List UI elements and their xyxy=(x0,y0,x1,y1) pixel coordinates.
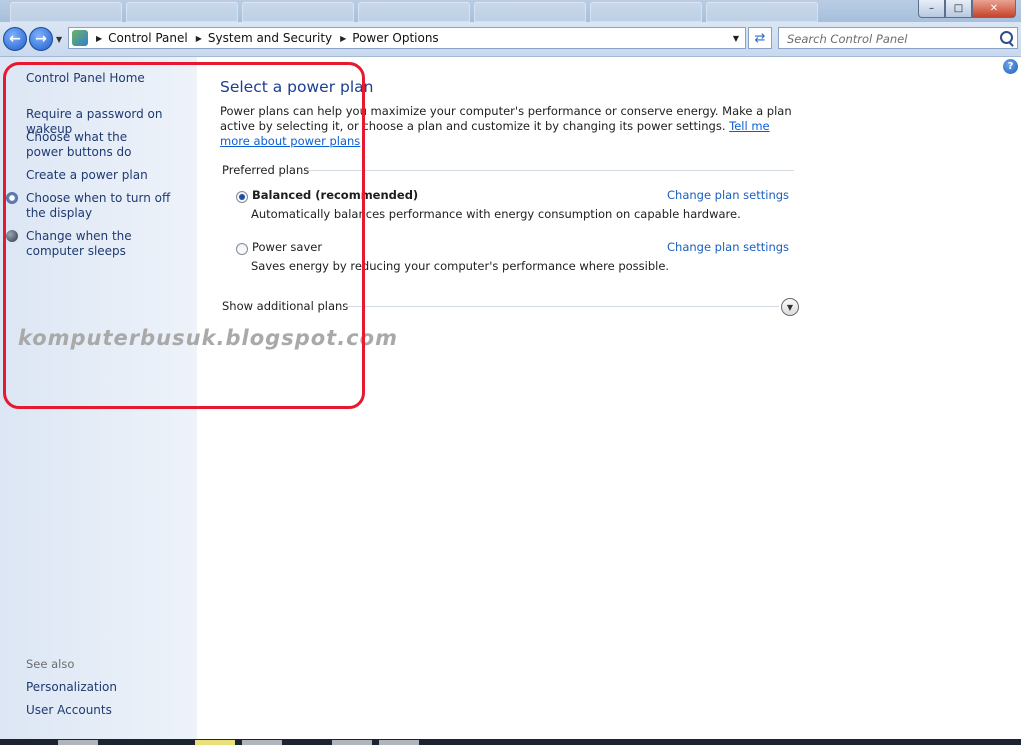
section-divider xyxy=(308,170,794,171)
close-button[interactable]: ✕ xyxy=(972,0,1016,18)
balanced-plan-name[interactable]: Balanced (recommended) xyxy=(252,188,418,202)
see-also-label: See also xyxy=(26,657,75,671)
back-button[interactable]: ← xyxy=(3,27,27,51)
window-title-bar: – □ ✕ xyxy=(0,0,1021,22)
power-buttons-link[interactable]: Choose what the power buttons do xyxy=(26,130,166,160)
description-text: Power plans can help you maximize your c… xyxy=(220,104,792,133)
refresh-button[interactable]: ⇄ xyxy=(748,27,772,49)
minimize-icon: – xyxy=(929,3,934,14)
navigation-bar: ← → ▼ ▶ Control Panel ▶ System and Secur… xyxy=(0,22,1021,57)
maximize-icon: □ xyxy=(953,3,964,14)
background-tab xyxy=(242,2,354,22)
task-pane: Control Panel Home Require a password on… xyxy=(0,57,197,739)
taskbar xyxy=(0,739,1021,745)
turn-off-display-link[interactable]: Choose when to turn off the display xyxy=(26,191,186,221)
section-divider xyxy=(345,306,779,307)
preferred-plans-label: Preferred plans xyxy=(222,163,310,177)
change-sleep-link[interactable]: Change when the computer sleeps xyxy=(26,229,186,259)
help-icon[interactable]: ? xyxy=(1003,59,1018,74)
breadcrumb-separator-icon[interactable]: ▶ xyxy=(196,34,202,43)
taskbar-item[interactable] xyxy=(58,740,98,745)
background-tab xyxy=(474,2,586,22)
taskbar-item[interactable] xyxy=(332,740,372,745)
balanced-plan-description: Automatically balances performance with … xyxy=(251,207,741,221)
close-icon: ✕ xyxy=(989,3,999,14)
breadcrumb-separator-icon[interactable]: ▶ xyxy=(340,34,346,43)
control-panel-icon xyxy=(72,30,88,46)
background-tab xyxy=(358,2,470,22)
user-accounts-link[interactable]: User Accounts xyxy=(26,703,196,718)
expand-chevron-button[interactable]: ▼ xyxy=(781,298,799,316)
background-tab xyxy=(706,2,818,22)
breadcrumb-control-panel[interactable]: Control Panel xyxy=(108,31,188,45)
display-clock-icon xyxy=(6,192,18,204)
taskbar-item[interactable] xyxy=(379,740,419,745)
balanced-change-settings-link[interactable]: Change plan settings xyxy=(667,188,789,202)
expand-chevron-icon: ▼ xyxy=(786,302,794,312)
recent-pages-dropdown[interactable]: ▼ xyxy=(56,35,62,44)
power-saver-change-settings-link[interactable]: Change plan settings xyxy=(667,240,789,254)
personalization-link[interactable]: Personalization xyxy=(26,680,196,695)
forward-icon: → xyxy=(35,31,47,47)
power-saver-plan-description: Saves energy by reducing your computer's… xyxy=(251,259,670,273)
breadcrumb-system-and-security[interactable]: System and Security xyxy=(208,31,332,45)
forward-button[interactable]: → xyxy=(29,27,53,51)
breadcrumb-separator-icon[interactable]: ▶ xyxy=(96,34,102,43)
page-description: Power plans can help you maximize your c… xyxy=(220,104,800,149)
power-saver-radio[interactable] xyxy=(236,243,248,255)
taskbar-item[interactable] xyxy=(195,740,235,745)
maximize-button[interactable]: □ xyxy=(945,0,972,18)
search-input[interactable] xyxy=(785,29,994,49)
page-title: Select a power plan xyxy=(220,78,374,96)
address-dropdown-icon[interactable]: ▼ xyxy=(733,34,739,43)
watermark-text: komputerbusuk.blogspot.com xyxy=(18,326,398,350)
background-tab xyxy=(10,2,122,22)
breadcrumb-power-options[interactable]: Power Options xyxy=(352,31,438,45)
address-bar[interactable]: ▶ Control Panel ▶ System and Security ▶ … xyxy=(68,27,746,49)
create-power-plan-link[interactable]: Create a power plan xyxy=(26,168,196,183)
background-tab xyxy=(126,2,238,22)
balanced-radio[interactable] xyxy=(236,191,248,203)
search-box[interactable] xyxy=(778,27,1018,49)
show-additional-plans-label[interactable]: Show additional plans xyxy=(222,299,348,313)
back-icon: ← xyxy=(9,31,21,47)
control-panel-home-link[interactable]: Control Panel Home xyxy=(26,71,196,86)
search-icon[interactable] xyxy=(1000,31,1013,44)
taskbar-item[interactable] xyxy=(242,740,282,745)
minimize-button[interactable]: – xyxy=(918,0,945,18)
power-saver-plan-name[interactable]: Power saver xyxy=(252,240,322,254)
refresh-icon: ⇄ xyxy=(754,30,766,46)
background-tab xyxy=(590,2,702,22)
sleep-moon-icon xyxy=(6,230,18,242)
